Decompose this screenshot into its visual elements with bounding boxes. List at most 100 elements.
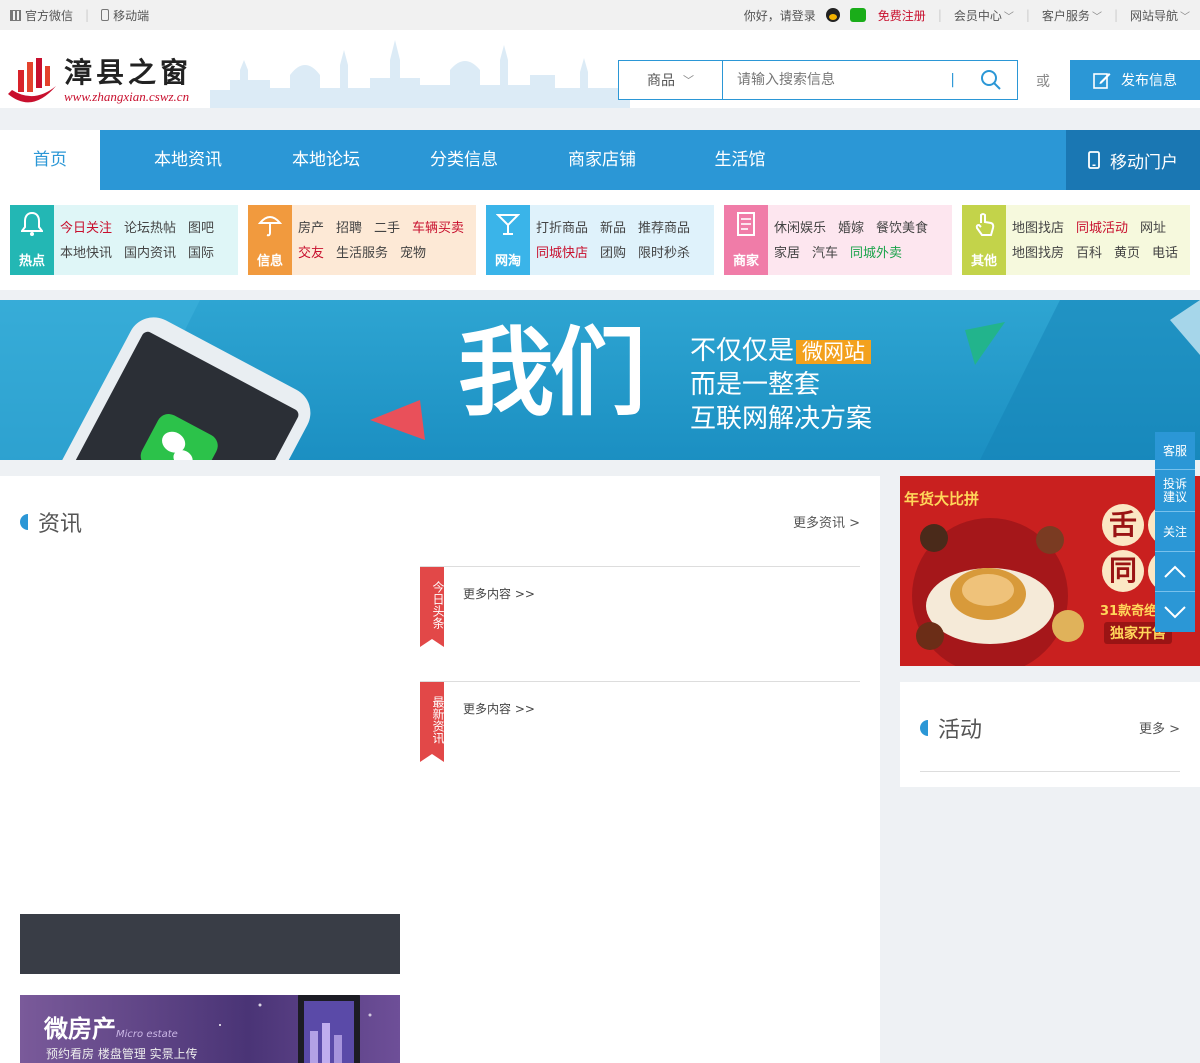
login-link[interactable]: 你好，请登录 [744,7,816,24]
category-link[interactable]: 今日关注 [60,217,112,236]
site-logo[interactable]: 漳县之窗 www.zhangxian.cswz.cn [4,56,192,106]
ad-char: 舌 [1102,504,1144,546]
category-link[interactable]: 家居 [774,242,800,261]
post-info-label: 发布信息 [1121,73,1177,89]
follow-button[interactable]: 关注 [1155,512,1195,552]
category-link[interactable]: 招聘 [336,217,362,236]
category-link[interactable]: 新品 [600,217,626,236]
category-link[interactable]: 打折商品 [536,217,588,236]
nav-item-local-forum[interactable]: 本地论坛 [276,130,376,190]
chevron-down-icon: ﹀ [683,74,694,87]
category-link[interactable]: 国内资讯 [124,242,176,261]
scroll-down-button[interactable] [1155,592,1195,632]
umbrella-icon [257,211,283,241]
category-link[interactable]: 推荐商品 [638,217,690,236]
floating-toolbar: 客服 投诉建议 关注 [1155,432,1195,632]
category-link[interactable]: 论坛热帖 [124,217,176,236]
category-link[interactable]: 房产 [298,217,324,236]
more-news-link[interactable]: 更多资讯 > [793,512,860,531]
headline-tag: 今日头条 [420,567,445,647]
edit-icon [1093,73,1111,89]
complaint-button[interactable]: 投诉建议 [1155,470,1195,512]
category-link[interactable]: 百科 [1076,242,1102,261]
category-link[interactable]: 同城活动 [1076,217,1128,236]
category-link[interactable]: 团购 [600,242,626,261]
category-link[interactable]: 生活服务 [336,242,388,261]
customer-service-menu[interactable]: 客户服务 ﹀ [1042,7,1102,24]
site-nav-label: 网站导航 [1129,8,1178,23]
category-link[interactable]: 休闲娱乐 [774,217,826,236]
category-link[interactable]: 婚嫁 [838,217,864,236]
divider [920,771,1180,772]
category-link[interactable]: 餐饮美食 [876,217,928,236]
micro-estate-banner[interactable]: 微房产 Micro estate 预约看房 楼盘管理 实景上传 [20,995,400,1063]
member-center-menu[interactable]: 会员中心 ﹀ [954,7,1014,24]
nav-item-shops[interactable]: 商家店铺 [552,130,652,190]
nav-item-local-news[interactable]: 本地资讯 [100,130,276,190]
banner-big-text: 我们 [458,317,646,429]
post-info-button[interactable]: 发布信息 [1070,60,1200,100]
category-name: 热点 [18,254,45,269]
category-link[interactable]: 地图找房 [1012,242,1064,261]
category-link[interactable]: 宠物 [400,242,426,261]
mobile-link[interactable]: 移动端 [113,7,149,24]
nav-item-home[interactable]: 首页 [0,130,100,190]
logo-url: www.zhangxian.cswz.cn [64,88,190,104]
category-icon-box[interactable]: 热点 [10,205,54,275]
category-link[interactable]: 地图找店 [1012,217,1064,236]
category-links: 房产 招聘 二手 车辆买卖交友 生活服务 宠物 [292,205,476,275]
search-button[interactable] [965,61,1017,99]
chevron-down-icon: ﹀ [1003,11,1014,23]
category-link[interactable]: 同城快店 [536,242,588,261]
section-marker-icon [920,720,928,736]
scroll-up-button[interactable] [1155,552,1195,592]
category-link[interactable]: 同城外卖 [850,242,902,261]
register-link[interactable]: 免费注册 [878,7,926,24]
search-category-select[interactable]: 商品 ﹀ [619,61,723,99]
banner-line3: 互联网解决方案 [690,404,873,434]
category-link[interactable]: 汽车 [812,242,838,261]
hand-pointer-icon [972,211,996,241]
nav-item-life[interactable]: 生活馆 [652,130,828,190]
category-link[interactable]: 图吧 [188,217,214,236]
more-activity-link[interactable]: 更多 > [1139,718,1180,737]
category-block: 信息 房产 招聘 二手 车辆买卖交友 生活服务 宠物 [248,205,476,275]
headline-more-link[interactable]: 更多内容 >> [463,585,535,602]
category-link[interactable]: 限时秒杀 [638,242,690,261]
category-icon-box[interactable]: 网淘 [486,205,530,275]
activity-section-title: 活动 [920,712,982,744]
category-link[interactable]: 交友 [298,242,324,261]
banner-line1-prefix: 不仅仅是 [690,336,795,366]
category-icon-box[interactable]: 其他 [962,205,1006,275]
category-link[interactable]: 二手 [374,217,400,236]
dark-placeholder-box [20,914,400,974]
site-nav-menu[interactable]: 网站导航 ﹀ [1130,7,1190,24]
nav-item-classifieds[interactable]: 分类信息 [376,130,552,190]
news-section-title: 资讯 [20,506,82,538]
category-icon-box[interactable]: 商家 [724,205,768,275]
category-link-row: 地图找店 同城活动 网址 [1012,214,1190,239]
category-link[interactable]: 电话 [1152,242,1178,261]
category-icon-box[interactable]: 信息 [248,205,292,275]
category-link[interactable]: 网址 [1140,217,1166,236]
category-link[interactable]: 国际 [188,242,214,261]
category-links: 打折商品 新品 推荐商品同城快店 团购 限时秒杀 [530,205,714,275]
separator: | [1025,8,1030,22]
search-input[interactable] [723,61,951,99]
latest-more-link[interactable]: 更多内容 >> [463,700,535,717]
category-link[interactable]: 车辆买卖 [412,217,464,236]
category-link[interactable]: 黄页 [1114,242,1140,261]
ad-char: 同 [1102,550,1144,592]
mobile-portal-button[interactable]: 移动门户 [1066,130,1200,190]
category-link-row: 今日关注 论坛热帖 图吧 [60,214,238,239]
category-block: 网淘 打折商品 新品 推荐商品同城快店 团购 限时秒杀 [486,205,714,275]
wechat-login-icon[interactable] [849,8,866,22]
official-wechat-link[interactable]: 官方微信 [25,7,73,24]
category-link[interactable]: 本地快讯 [60,242,112,261]
ad-line1: 31款奇绝 [1100,604,1158,619]
logo-text: 漳县之窗 www.zhangxian.cswz.cn [64,57,192,105]
customer-service-button[interactable]: 客服 [1155,432,1195,470]
qq-login-icon[interactable] [825,8,840,22]
promo-banner[interactable]: 我们 不仅仅是 微网站 而是一整套 互联网解决方案 [0,300,1200,460]
top-bar-left: 官方微信 | 移动端 [10,7,149,24]
